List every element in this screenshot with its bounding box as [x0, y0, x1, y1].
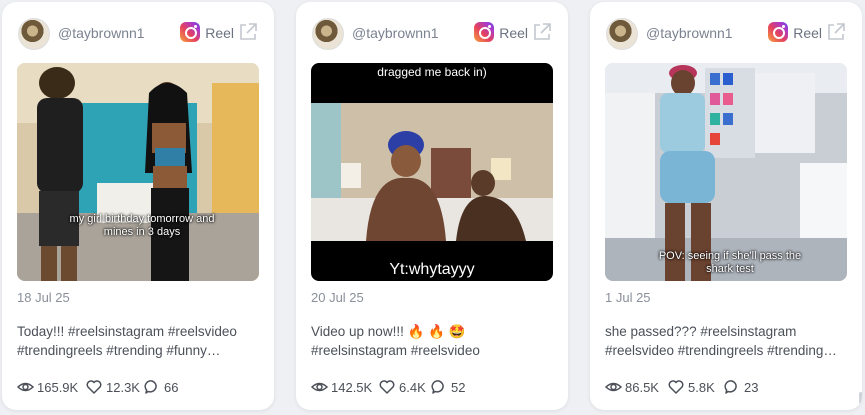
- post-description: she passed??? #reelsinstagram #reelsvide…: [605, 324, 837, 358]
- external-link-icon[interactable]: [826, 22, 846, 42]
- post-card[interactable]: @taybrownn1 Reel: [2, 2, 274, 410]
- avatar[interactable]: [312, 18, 344, 50]
- post-stats: 165.9K 12.3K 66: [17, 377, 264, 397]
- instagram-icon: [180, 22, 200, 42]
- post-stats: 142.5K 6.4K 52: [311, 377, 558, 397]
- views-count: 142.5K: [331, 380, 373, 395]
- video-caption-top: dragged me back in): [377, 65, 487, 79]
- username[interactable]: @taybrownn1: [352, 25, 439, 41]
- comment-icon: [431, 380, 444, 394]
- post-type-label: Reel: [793, 25, 822, 41]
- comments-count: 66: [164, 380, 179, 395]
- views-count: 165.9K: [37, 380, 79, 395]
- reel-thumbnail[interactable]: my girl birthday tomorrow and mines in 3…: [17, 63, 259, 281]
- comment-icon: [144, 380, 157, 394]
- instagram-icon: [474, 22, 494, 42]
- eye-icon: [17, 382, 34, 392]
- card-header: @taybrownn1 Reel: [18, 18, 258, 50]
- avatar[interactable]: [18, 18, 50, 50]
- post-date: 1 Jul 25: [605, 290, 651, 305]
- post-date: 18 Jul 25: [17, 290, 70, 305]
- reel-thumbnail[interactable]: dragged me back in) Yt:whytayyy: [311, 63, 553, 281]
- comments-count: 52: [451, 380, 466, 395]
- video-caption-bottom: Yt:whytayyy: [389, 261, 475, 278]
- video-caption: POV: seeing if she'll pass the shark tes…: [658, 250, 802, 275]
- likes-count: 6.4K: [399, 380, 426, 395]
- eye-icon: [311, 382, 328, 392]
- external-link-icon[interactable]: [532, 22, 552, 42]
- post-stats: 86.5K 5.8K 23: [605, 377, 852, 397]
- post-date: 20 Jul 25: [311, 290, 364, 305]
- card-header: @taybrownn1 Reel: [606, 18, 846, 50]
- reel-thumbnail[interactable]: POV: seeing if she'll pass the shark tes…: [605, 63, 847, 281]
- post-type-label: Reel: [205, 25, 234, 41]
- heart-icon: [86, 380, 102, 394]
- post-description: Today!!! #reelsinstagram #reelsvideo #tr…: [17, 324, 237, 358]
- external-link-icon[interactable]: [238, 22, 258, 42]
- eye-icon: [605, 382, 622, 392]
- avatar[interactable]: [606, 18, 638, 50]
- likes-count: 5.8K: [688, 380, 715, 395]
- instagram-icon: [768, 22, 788, 42]
- post-description: Video up now!!! 🔥 🔥 🤩 #reelsinstagram #r…: [311, 324, 480, 358]
- card-header: @taybrownn1 Reel: [312, 18, 552, 50]
- likes-count: 12.3K: [106, 380, 140, 395]
- heart-icon: [668, 380, 684, 394]
- video-caption: my girl birthday tomorrow and mines in 3…: [69, 213, 215, 238]
- username[interactable]: @taybrownn1: [646, 25, 733, 41]
- comments-count: 23: [744, 380, 759, 395]
- username[interactable]: @taybrownn1: [58, 25, 145, 41]
- post-card[interactable]: @taybrownn1 Reel dragged me back in) Yt:…: [296, 2, 568, 410]
- post-card[interactable]: @taybrownn1 Reel: [590, 2, 862, 410]
- scrollbar-thumb[interactable]: [859, 392, 862, 404]
- comment-icon: [724, 380, 737, 394]
- post-type-label: Reel: [499, 25, 528, 41]
- views-count: 86.5K: [625, 380, 659, 395]
- heart-icon: [379, 380, 395, 394]
